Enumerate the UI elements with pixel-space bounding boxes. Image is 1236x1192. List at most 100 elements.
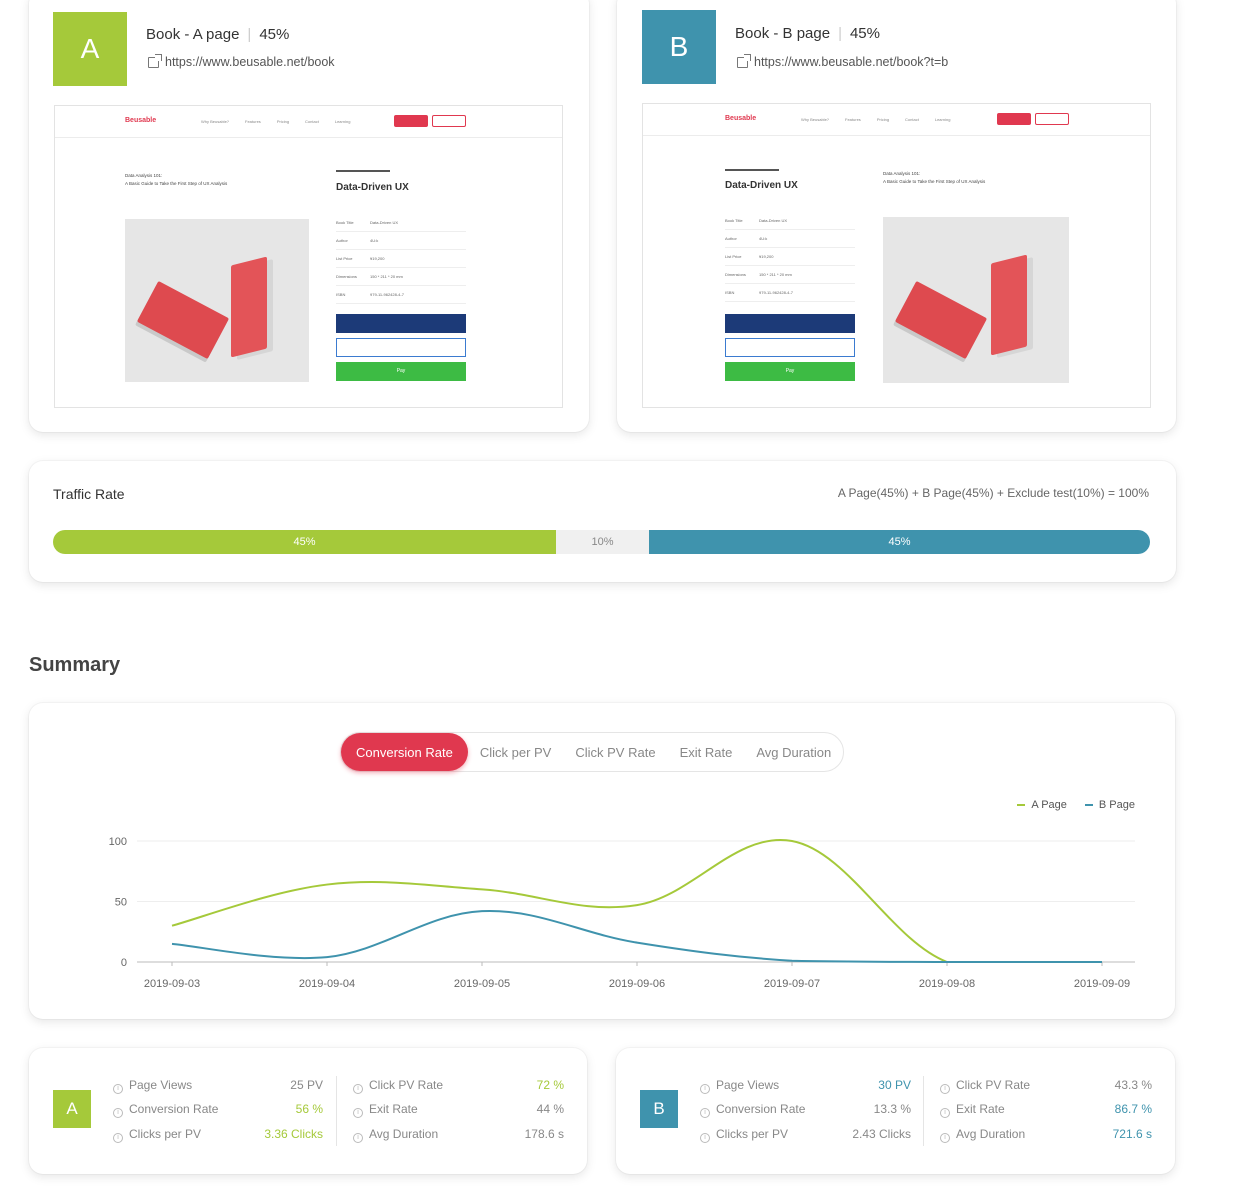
stat-label: i Page Views [113, 1078, 192, 1094]
stat-label: i Exit Rate [353, 1102, 418, 1118]
stat-value: 25 PV [290, 1078, 323, 1092]
variant-a-title: Book - A page | 45% [146, 26, 290, 43]
info-icon[interactable]: i [113, 1084, 123, 1094]
preview-row-key: Dimensions [336, 274, 357, 279]
x-tick-label: 2019-09-06 [609, 978, 665, 990]
preview-row-value: 979-11-962428-4-7 [759, 290, 793, 295]
x-tick-label: 2019-09-08 [919, 978, 975, 990]
traffic-b-label: 45% [888, 536, 911, 548]
preview-row-value: 4U:k [759, 236, 768, 241]
y-tick-label: 0 [121, 957, 127, 969]
tab-conversion-rate[interactable]: Conversion Rate [341, 733, 468, 771]
stat-label: i Avg Duration [353, 1127, 438, 1143]
stat-value: 13.3 % [873, 1102, 911, 1116]
stat-label: i Click PV Rate [940, 1078, 1030, 1094]
info-icon[interactable]: i [113, 1108, 123, 1118]
traffic-bar: 45% 10% 45% [53, 530, 1150, 554]
series-line-b-page [171, 910, 1102, 963]
book-standing-shape [231, 256, 267, 358]
preview-cta-button [997, 113, 1031, 125]
preview-signin-button [1035, 113, 1069, 125]
info-icon[interactable]: i [353, 1108, 363, 1118]
preview-detail-row: Author 4U:k [725, 230, 855, 248]
book-image [125, 219, 309, 382]
preview-row-value: 150 * 211 * 20 mm [759, 272, 792, 277]
preview-pay-button-outline [725, 338, 855, 357]
preview-row-key: ISBN [725, 290, 735, 295]
traffic-exclude-label: 10% [591, 536, 614, 548]
info-icon[interactable]: i [940, 1133, 950, 1143]
x-tick-label: 2019-09-09 [1074, 978, 1130, 990]
preview-subtitle: Data Analysis 101: A Basic Guide to Take… [883, 170, 1063, 186]
variant-a-traffic: 45% [259, 26, 290, 43]
preview-detail-row: Dimensions 150 * 211 * 20 mm [336, 268, 466, 286]
summary-chart-card: Conversion Rate Click per PV Click PV Ra… [29, 703, 1175, 1019]
preview-row-key: Dimensions [725, 272, 746, 277]
preview-row-key: Author [336, 238, 348, 243]
preview-row-key: List Price [725, 254, 742, 259]
preview-menu-item: Why Beusable? [801, 117, 830, 122]
preview-pay-label: Pay [396, 368, 406, 374]
tab-click-pv-rate[interactable]: Click PV Rate [563, 733, 667, 771]
variant-b-badge: B [642, 10, 716, 84]
variant-b-url-link[interactable]: https://www.beusable.net/book?t=b [737, 53, 949, 69]
x-tick-label: 2019-09-04 [299, 978, 355, 990]
stat-label: i Click PV Rate [353, 1078, 443, 1094]
variant-b-url: https://www.beusable.net/book?t=b [754, 55, 949, 69]
preview-pay-button-outline [336, 338, 466, 357]
preview-row-value: ¥19,200 [759, 254, 774, 259]
preview-nav: Beusable Why Beusable? Features Pricing Con… [643, 104, 1150, 136]
traffic-rate-card: Traffic Rate A Page(45%) + B Page(45%) +… [29, 461, 1176, 582]
info-icon[interactable]: i [940, 1084, 950, 1094]
x-tick-label: 2019-09-07 [764, 978, 820, 990]
tab-avg-duration[interactable]: Avg Duration [744, 733, 843, 771]
legend-a-swatch [1017, 804, 1026, 807]
stats-b-card: B i Page Views 30 PV i Conversion Rate 13.3 %… [616, 1048, 1175, 1174]
stat-value: 86.7 % [1114, 1102, 1152, 1116]
info-icon[interactable]: i [113, 1133, 123, 1143]
y-tick-label: 100 [109, 836, 127, 848]
stat-label: i Exit Rate [940, 1102, 1005, 1118]
stat-label-text: Page Views [716, 1078, 780, 1092]
preview-row-key: Author [725, 236, 737, 241]
info-icon[interactable]: i [700, 1084, 710, 1094]
variant-a-url-link[interactable]: https://www.beusable.net/book [148, 53, 335, 69]
info-icon[interactable]: i [353, 1084, 363, 1094]
preview-subtitle: Data Analysis 101: A Basic Guide to Take… [125, 172, 305, 188]
preview-detail-row: ISBN 979-11-962428-4-7 [725, 284, 855, 302]
stat-label-text: Clicks per PV [129, 1127, 202, 1141]
external-link-icon [737, 53, 751, 68]
preview-detail-row: Dimensions 150 * 211 * 20 mm [725, 266, 855, 284]
stat-label-text: Avg Duration [956, 1127, 1026, 1141]
stat-value: 56 % [295, 1102, 323, 1116]
legend-a-page[interactable]: A Page [1017, 799, 1067, 811]
preview-menu-item: Learning [934, 117, 951, 122]
variant-a-url: https://www.beusable.net/book [165, 55, 335, 69]
preview-menu-item: Features [845, 117, 861, 122]
traffic-bar-a-segment: 45% [53, 530, 556, 554]
info-icon[interactable]: i [700, 1108, 710, 1118]
variant-a-card: A Book - A page | 45% https://www.beusable… [29, 0, 589, 432]
info-icon[interactable]: i [700, 1133, 710, 1143]
stat-value: 72 % [536, 1078, 564, 1092]
series-line-a-page [171, 838, 1102, 963]
preview-row-key: Book Title [725, 218, 743, 223]
traffic-rate-title: Traffic Rate [53, 486, 125, 502]
stat-label-text: Clicks per PV [716, 1127, 789, 1141]
preview-nav: Beusable Why Beusable? Features Pricing Con… [55, 106, 562, 138]
stat-value: 30 PV [878, 1078, 911, 1092]
info-icon[interactable]: i [353, 1133, 363, 1143]
traffic-bar-exclude-segment: 10% [556, 530, 649, 554]
tab-click-per-pv[interactable]: Click per PV [468, 733, 564, 771]
stat-label-text: Avg Duration [369, 1127, 439, 1141]
summary-title: Summary [29, 654, 121, 676]
info-icon[interactable]: i [940, 1108, 950, 1118]
preview-menu-item: Contact [905, 117, 919, 122]
tab-exit-rate[interactable]: Exit Rate [668, 733, 745, 771]
preview-store-button [725, 314, 855, 333]
preview-cta-button [394, 115, 428, 127]
legend-b-page[interactable]: B Page [1084, 799, 1135, 811]
variant-b-preview[interactable]: Beusable Why Beusable? Features Pricing Con… [642, 103, 1151, 408]
variant-a-preview[interactable]: Beusable Why Beusable? Features Pricing Con… [54, 105, 563, 408]
stat-label-text: Conversion Rate [716, 1102, 806, 1116]
